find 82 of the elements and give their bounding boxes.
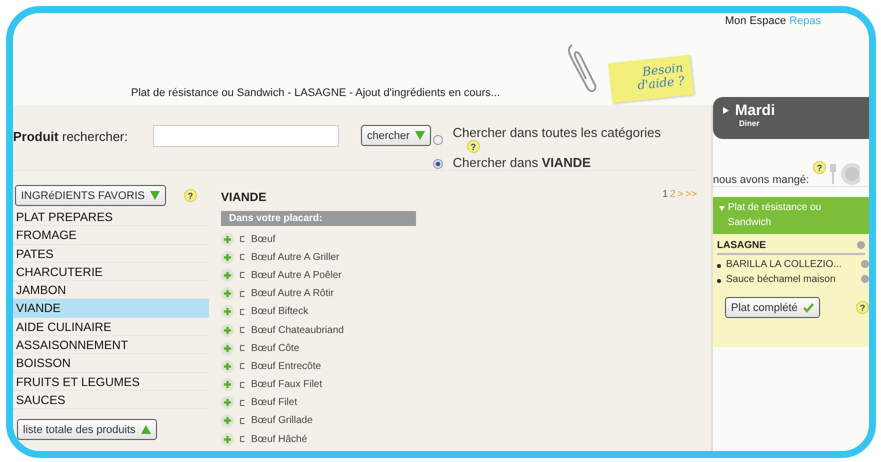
product-name[interactable]: Bœuf Autre A Griller	[251, 252, 340, 263]
meal-label: Diner	[739, 119, 760, 128]
bracket-icon	[240, 418, 245, 424]
product-name[interactable]: Bœuf Chateaubriand	[251, 324, 344, 336]
help-note[interactable]: Besoin d'aide ?	[608, 54, 694, 104]
ingredient-item: Sauce béchamel maison	[726, 274, 836, 285]
bullet-icon	[717, 264, 721, 268]
dish-category: Plat de résistance ou Sandwich	[728, 201, 822, 230]
category-item[interactable]: VIANDE	[13, 299, 209, 318]
category-title: VIANDE	[221, 190, 266, 204]
add-icon[interactable]	[221, 250, 234, 264]
section-header: Dans votre placard:	[221, 211, 416, 226]
brand-logo: Mon Espace Repas	[725, 15, 822, 27]
product-name[interactable]: Bœuf Hâché	[251, 434, 308, 445]
eaten-label: nous avons mangé:	[713, 174, 810, 186]
help-icon[interactable]: ?	[184, 189, 197, 202]
category-item[interactable]: PLAT PREPARES	[13, 208, 209, 226]
product-name[interactable]: Bœuf Autre A Rôtir	[251, 288, 334, 300]
dish-complete-button[interactable]: Plat complété	[725, 297, 820, 318]
add-icon[interactable]	[221, 287, 234, 300]
add-icon[interactable]	[221, 414, 234, 428]
dish-name: LASAGNE	[717, 240, 766, 251]
remove-icon[interactable]	[857, 241, 865, 249]
category-item[interactable]: FROMAGE	[13, 226, 209, 245]
add-icon[interactable]	[221, 324, 234, 337]
play-icon	[723, 107, 729, 114]
help-icon[interactable]: ?	[813, 161, 826, 174]
help-icon[interactable]: ?	[466, 140, 480, 153]
down-triangle-icon	[414, 131, 425, 140]
category-item[interactable]: ASSAISONNEMENT	[13, 336, 209, 354]
add-icon[interactable]	[221, 268, 234, 282]
bracket-icon	[240, 254, 245, 260]
bracket-icon	[240, 345, 245, 352]
category-item[interactable]: AIDE CULINAIRE	[13, 318, 209, 336]
product-name[interactable]: Bœuf Bifteck	[251, 306, 308, 318]
all-products-button[interactable]: liste totale des produits	[17, 419, 157, 440]
bracket-icon	[240, 436, 245, 442]
product-name[interactable]: Bœuf Faux Filet	[251, 379, 322, 390]
caret-icon	[719, 206, 725, 211]
search-button[interactable]: chercher	[361, 125, 431, 146]
help-icon[interactable]: ?	[856, 301, 869, 314]
product-name[interactable]: Bœuf	[251, 234, 276, 245]
category-item[interactable]: FRUITS ET LEGUMES	[13, 372, 209, 391]
up-triangle-icon	[140, 425, 151, 434]
bracket-icon	[240, 363, 245, 370]
search-field[interactable]	[153, 125, 339, 147]
bracket-icon	[240, 400, 245, 406]
add-icon[interactable]	[221, 342, 234, 355]
radio-button[interactable]	[432, 135, 443, 145]
bracket-icon	[240, 382, 245, 388]
page-title: Plat de résistance ou Sandwich - LASAGNE - Ajout d'ingrédients en cours...	[131, 87, 500, 99]
check-icon	[802, 302, 814, 312]
search-label: Produit rechercher:	[13, 129, 129, 144]
scope-label: Chercher dans toutes les catégories	[452, 125, 661, 140]
bracket-icon	[240, 272, 245, 278]
add-icon[interactable]	[221, 378, 234, 392]
down-triangle-icon	[150, 191, 160, 200]
category-item[interactable]: SAUCES	[13, 390, 209, 410]
category-item[interactable]: CHARCUTERIE	[13, 262, 209, 282]
bracket-icon	[240, 327, 245, 334]
page-link[interactable]: 1	[662, 188, 668, 200]
add-icon[interactable]	[221, 360, 234, 373]
product-name[interactable]: Bœuf Filet	[251, 397, 298, 408]
bullet-icon	[717, 279, 721, 283]
add-icon[interactable]	[221, 232, 234, 246]
category-item[interactable]: BOISSON	[13, 354, 209, 373]
add-icon[interactable]	[221, 432, 234, 446]
add-icon[interactable]	[221, 305, 234, 318]
product-name[interactable]: Bœuf Autre A Poêler	[251, 270, 342, 281]
add-icon[interactable]	[221, 396, 234, 410]
bracket-icon	[240, 308, 245, 315]
favorites-button[interactable]: INGRéDIENTS FAVORIS	[15, 185, 166, 206]
bracket-icon	[240, 236, 245, 242]
product-name[interactable]: Bœuf Grillade	[251, 415, 313, 426]
category-item[interactable]: PATES	[13, 244, 209, 263]
bracket-icon	[240, 290, 245, 297]
radio-button[interactable]	[432, 159, 443, 169]
product-name[interactable]: Bœuf Entrecôte	[251, 360, 322, 372]
day-name: Mardi	[735, 102, 776, 119]
product-name[interactable]: Bœuf Côte	[251, 342, 300, 354]
scope-label: Chercher dans VIANDE	[452, 155, 591, 170]
ingredient-item: BARILLA LA COLLEZIO...	[726, 259, 842, 270]
